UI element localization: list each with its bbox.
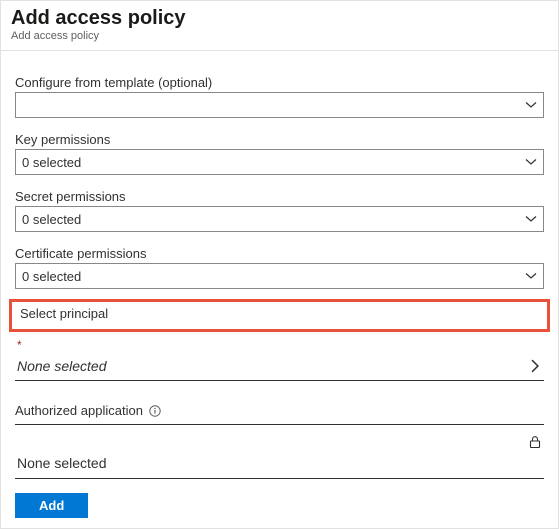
- chevron-down-icon: [525, 213, 537, 225]
- template-label: Configure from template (optional): [15, 75, 544, 90]
- lock-icon: [528, 435, 542, 449]
- select-principal-highlight: Select principal: [9, 299, 550, 332]
- page-title: Add access policy: [11, 7, 548, 30]
- template-select[interactable]: [15, 92, 544, 118]
- info-icon[interactable]: [149, 405, 161, 417]
- page-subtitle: Add access policy: [11, 30, 548, 42]
- lock-icon-wrap: [528, 435, 542, 454]
- chevron-down-icon: [525, 99, 537, 111]
- chevron-down-icon: [525, 270, 537, 282]
- add-button[interactable]: Add: [15, 493, 88, 518]
- chevron-right-icon: [528, 359, 542, 373]
- certificate-permissions-label: Certificate permissions: [15, 246, 544, 261]
- select-principal-value: None selected: [17, 358, 107, 374]
- authorized-application-value: None selected: [17, 455, 107, 471]
- certificate-permissions-select[interactable]: 0 selected: [15, 263, 544, 289]
- authorized-application-picker[interactable]: None selected: [15, 449, 544, 479]
- authorized-application-label-row: Authorized application: [15, 403, 544, 425]
- secret-permissions-value: 0 selected: [22, 212, 81, 227]
- chevron-down-icon: [525, 156, 537, 168]
- certificate-permissions-value: 0 selected: [22, 269, 81, 284]
- required-marker: *: [17, 338, 544, 352]
- authorized-application-label: Authorized application: [15, 403, 143, 418]
- panel-header: Add access policy Add access policy: [1, 1, 558, 51]
- key-permissions-label: Key permissions: [15, 132, 544, 147]
- key-permissions-select[interactable]: 0 selected: [15, 149, 544, 175]
- key-permissions-value: 0 selected: [22, 155, 81, 170]
- select-principal-picker[interactable]: None selected: [15, 354, 544, 381]
- footer: Add: [15, 493, 88, 518]
- secret-permissions-select[interactable]: 0 selected: [15, 206, 544, 232]
- form-area: Configure from template (optional) Key p…: [1, 51, 558, 479]
- select-principal-label: Select principal: [20, 306, 539, 321]
- secret-permissions-label: Secret permissions: [15, 189, 544, 204]
